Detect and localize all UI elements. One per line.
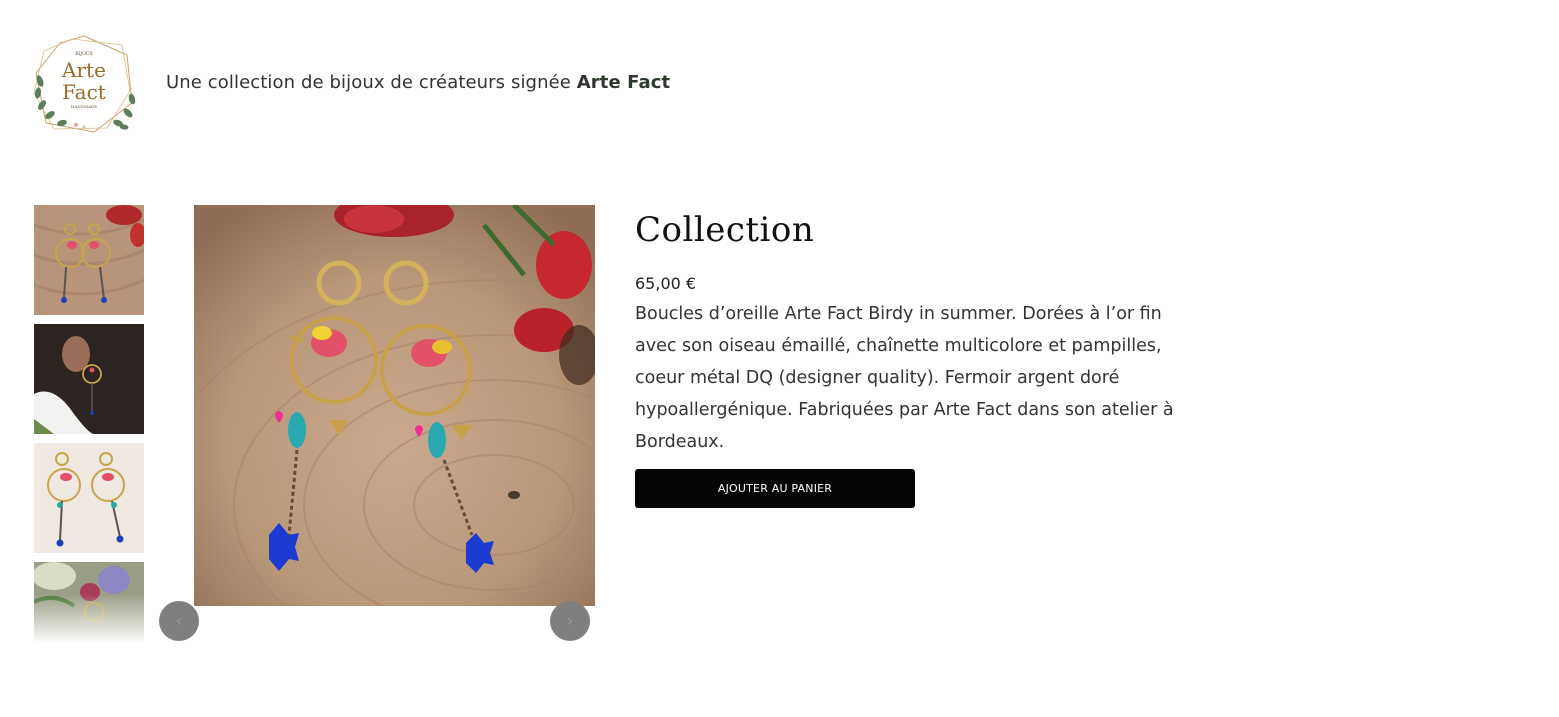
product-title: Collection [635,210,815,250]
earrings-with-flowers-thumb-icon [34,562,144,644]
tagline-text: Une collection de bijoux de créateurs si… [166,72,577,93]
product-description: Boucles d’oreille Arte Fact Birdy in sum… [635,304,1174,452]
thumbnail-2[interactable] [34,324,144,434]
thumbnail-3[interactable] [34,443,144,553]
product-main-image[interactable] [194,205,595,606]
product-page: BIJOUX Arte Fact HANDMADE Une collection… [0,0,1559,717]
carousel-next-button[interactable]: › [550,601,590,641]
svg-text:BIJOUX: BIJOUX [75,51,93,57]
thumbnail-4[interactable] [34,562,144,644]
chevron-left-icon: ‹ [175,611,183,630]
thumbnail-1[interactable] [34,205,144,315]
carousel-prev-button[interactable]: ‹ [159,601,199,641]
earrings-on-white-thumb-icon [34,443,144,553]
brand-logo[interactable]: BIJOUX Arte Fact HANDMADE [32,33,136,135]
add-to-cart-button[interactable]: AJOUTER AU PANIER [635,469,915,508]
svg-text:HANDMADE: HANDMADE [71,104,97,109]
earrings-on-wood-thumb-icon [34,205,144,315]
earring-worn-thumb-icon [34,324,144,434]
tagline-brand: Arte Fact [576,72,671,93]
earrings-photo-icon [194,205,595,606]
product-price: 65,00 € [635,274,697,293]
svg-text:Fact: Fact [62,80,106,104]
chevron-right-icon: › [566,611,574,630]
site-tagline: Une collection de bijoux de créateurs si… [166,72,670,93]
svg-text:Arte: Arte [61,58,106,82]
